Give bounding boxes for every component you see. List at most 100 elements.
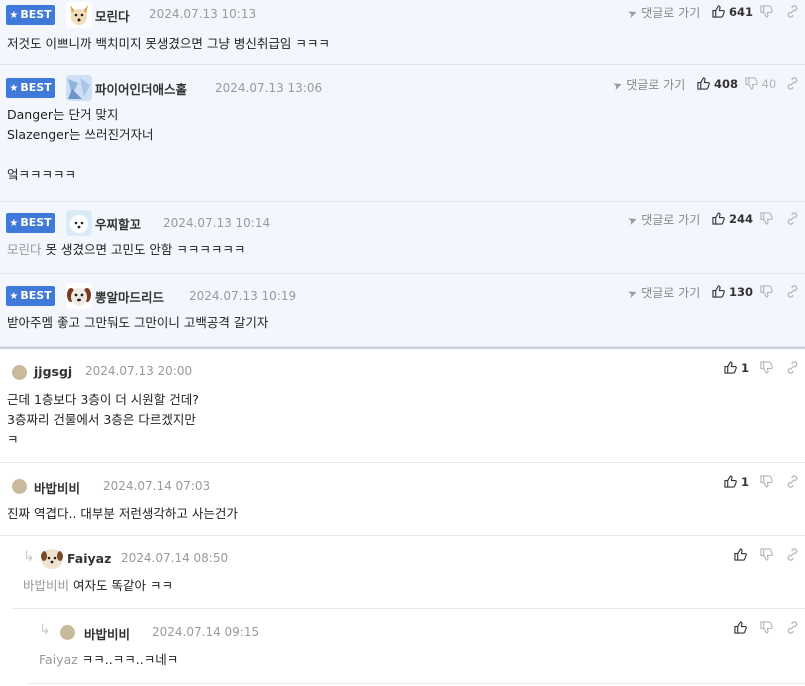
nickname[interactable]: 우찌할꼬 (95, 214, 141, 233)
downvote-button[interactable] (760, 5, 773, 19)
best-comment: ★ BEST 뽕알마드리드 2024.07.13 10:19 ➤ 댓글로 가기 13… (0, 274, 805, 347)
thumbs-up-icon (712, 5, 725, 18)
link-icon (787, 285, 798, 298)
thumbs-up-icon (734, 621, 747, 634)
best-comment: ★ BEST 모린다 2024.07.13 10:13 ➤ 댓글로 가기 641 저… (0, 0, 805, 65)
upvote-button[interactable] (734, 621, 747, 635)
upvote-button[interactable] (734, 548, 747, 562)
downvote-button[interactable] (760, 361, 773, 375)
go-to-reply-link[interactable]: ➤ 댓글로 가기 (611, 76, 685, 93)
thumbs-down-icon (760, 475, 773, 488)
best-badge: ★ BEST (6, 5, 55, 25)
nickname[interactable]: 모린다 (95, 6, 130, 25)
upvote-button[interactable]: 408 (697, 77, 738, 91)
comment-date: 2024.07.13 10:14 (163, 216, 271, 230)
comment-date: 2024.07.13 10:19 (189, 289, 297, 303)
thumbs-up-icon (697, 77, 710, 90)
link-icon (787, 621, 798, 634)
comment-text: 바밥비비 여자도 똑같아 ㅋㅋ (23, 578, 173, 593)
comment-text: 모린다 못 생겼으면 고민도 안함 ㅋㅋㅋㅋㅋㅋ (7, 242, 246, 257)
navigate-arrow-icon: ➤ (626, 285, 640, 302)
link-icon (787, 361, 798, 374)
link-icon (787, 212, 798, 225)
downvote-button[interactable] (760, 548, 773, 562)
reply-indent-icon: ↳ (23, 549, 35, 565)
share-link-button[interactable] (786, 361, 799, 375)
avatar[interactable] (12, 365, 27, 380)
thumbs-up-icon (724, 361, 737, 374)
downvote-button[interactable] (760, 475, 773, 489)
best-comment: ★ BEST 우찌할꼬 2024.07.13 10:14 ➤ 댓글로 가기 244 … (0, 202, 805, 274)
thumbs-down-icon (760, 5, 773, 18)
best-badge: ★ BEST (6, 286, 55, 306)
link-icon (787, 475, 798, 488)
reply-comment: ↳ 바밥비비 2024.07.14 09:15 Faiyaz ㅋㅋ..ㅋㅋ..ㅋ네… (29, 609, 805, 684)
nickname[interactable]: 바밥비비 (34, 478, 80, 497)
mention-link[interactable]: Faiyaz (39, 652, 78, 667)
thumbs-down-icon (760, 548, 773, 561)
share-link-button[interactable] (786, 621, 799, 635)
downvote-button[interactable] (760, 212, 773, 226)
go-to-reply-link[interactable]: ➤ 댓글로 가기 (626, 211, 700, 228)
thumbs-down-icon (760, 361, 773, 374)
link-icon (787, 548, 798, 561)
best-comment: ★ BEST 파이어인더애스홀 2024.07.13 13:06 ➤ 댓글로 가기 … (0, 65, 805, 202)
share-link-button[interactable] (786, 548, 799, 562)
avatar[interactable] (12, 479, 27, 494)
comment-date: 2024.07.14 08:50 (121, 551, 229, 565)
downvote-button[interactable] (760, 285, 773, 299)
share-link-button[interactable] (786, 285, 799, 299)
avatar[interactable] (60, 625, 75, 640)
thumbs-down-icon (760, 212, 773, 225)
mention-link[interactable]: 바밥비비 (23, 578, 69, 593)
link-icon (787, 77, 798, 90)
go-to-reply-link[interactable]: ➤ 댓글로 가기 (626, 284, 700, 302)
mention-link[interactable]: 모린다 (7, 242, 42, 257)
comment: 바밥비비 2024.07.14 07:03 1 진짜 역겹다.. 대부분 저런생… (0, 463, 805, 536)
nickname[interactable]: 바밥비비 (84, 624, 130, 643)
avatar[interactable] (66, 75, 92, 101)
upvote-button[interactable]: 130 (712, 285, 753, 299)
thumbs-up-icon (734, 548, 747, 561)
best-badge: ★ BEST (6, 213, 55, 233)
link-icon (787, 5, 798, 18)
upvote-button[interactable]: 1 (724, 475, 749, 489)
thumbs-up-icon (712, 212, 725, 225)
reply-comment: ↳ Faiyaz 2024.07.14 08:50 바밥비비 여자도 똑같아 ㅋㅋ (13, 536, 805, 609)
nickname[interactable]: 뽕알마드리드 (95, 287, 164, 306)
upvote-button[interactable]: 641 (712, 5, 753, 19)
downvote-button[interactable] (760, 621, 773, 635)
nickname[interactable]: jjgsgj (34, 364, 72, 379)
best-badge: ★ BEST (6, 78, 55, 98)
thumbs-up-icon (724, 475, 737, 488)
star-icon: ★ (9, 83, 19, 94)
thumbs-down-icon (760, 285, 773, 298)
comment-date: 2024.07.14 07:03 (103, 479, 211, 493)
star-icon: ★ (9, 218, 19, 229)
thumbs-down-icon (745, 77, 758, 90)
share-link-button[interactable] (786, 475, 799, 489)
share-link-button[interactable] (786, 5, 799, 19)
navigate-arrow-icon: ➤ (626, 5, 640, 22)
nickname[interactable]: Faiyaz (67, 551, 111, 566)
avatar[interactable] (66, 2, 92, 28)
comment-text: Faiyaz ㅋㅋ..ㅋㅋ..ㅋ네ㅋ (39, 652, 179, 667)
nickname[interactable]: 파이어인더애스홀 (95, 79, 187, 98)
avatar[interactable] (66, 283, 92, 309)
downvote-button[interactable]: 40 (745, 77, 776, 91)
upvote-button[interactable]: 1 (724, 361, 749, 375)
comment-text: 근데 1층보다 3층이 더 시원할 건데? 3층짜리 건물에서 3층은 다르겠지… (7, 392, 199, 447)
go-to-reply-link[interactable]: ➤ 댓글로 가기 (626, 4, 700, 22)
star-icon: ★ (9, 10, 19, 21)
share-link-button[interactable] (786, 77, 799, 91)
comment-date: 2024.07.13 20:00 (85, 364, 193, 378)
comment: jjgsgj 2024.07.13 20:00 1 근데 1층보다 3층이 더 … (0, 349, 805, 463)
comment-text: 받아주멤 좋고 그만둬도 그만이니 고백공격 갈기자 (7, 315, 269, 330)
avatar[interactable] (40, 548, 64, 570)
avatar[interactable] (66, 210, 92, 236)
thumbs-up-icon (712, 285, 725, 298)
upvote-button[interactable]: 244 (712, 212, 753, 226)
share-link-button[interactable] (786, 212, 799, 226)
comment-date: 2024.07.14 09:15 (152, 625, 260, 639)
reply-indent-icon: ↳ (39, 622, 51, 638)
